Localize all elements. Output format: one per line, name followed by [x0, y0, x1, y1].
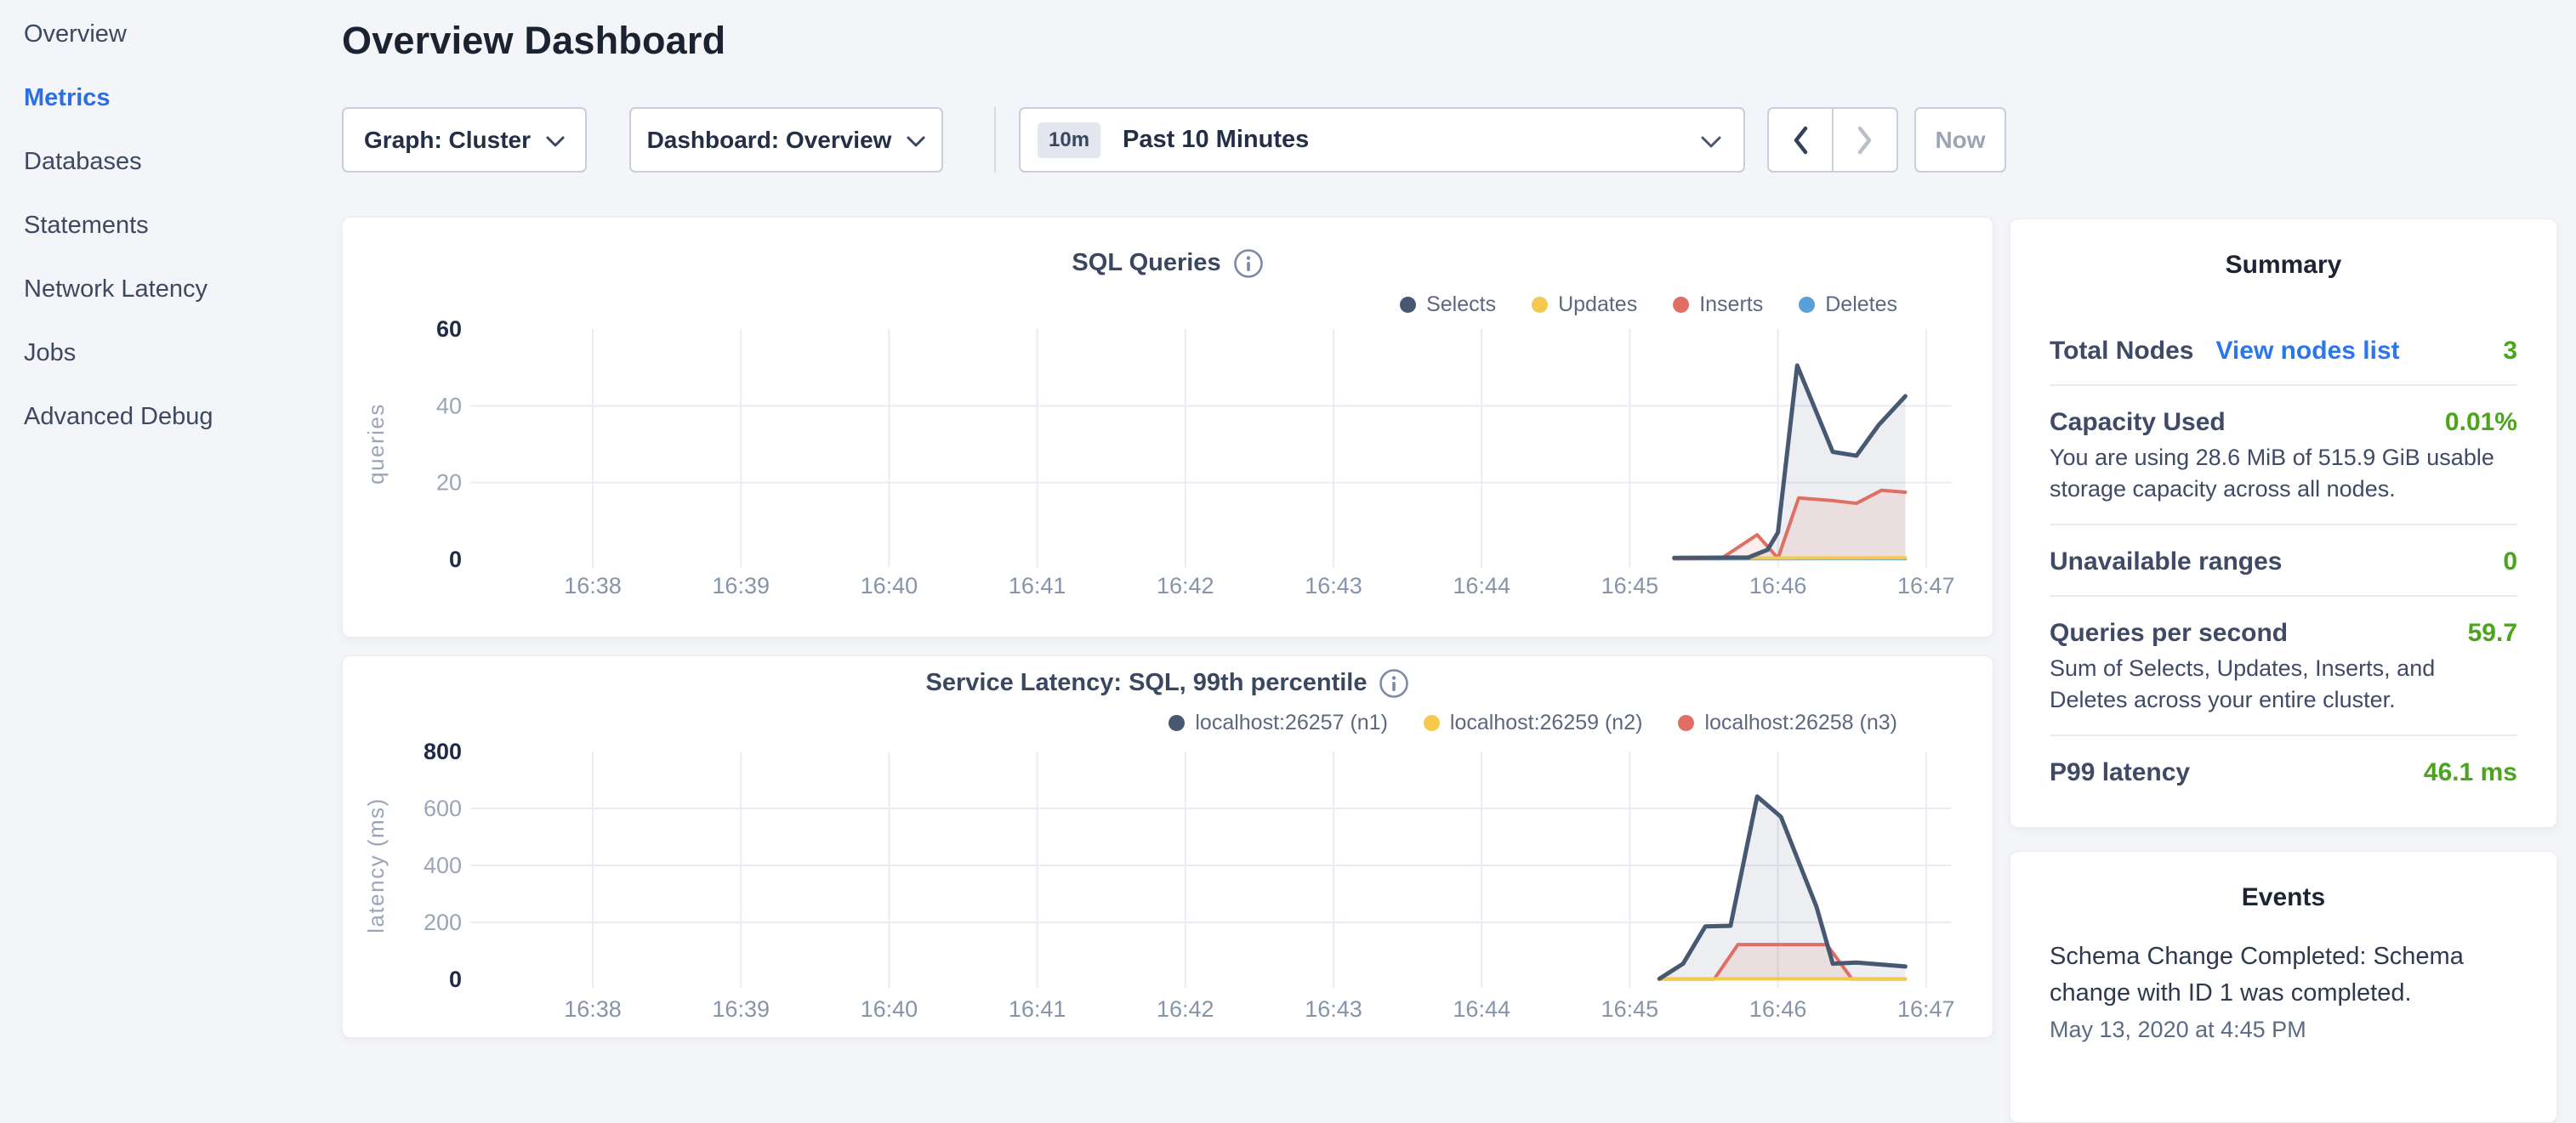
time-step-button-group — [1767, 107, 1898, 173]
svg-text:16:39: 16:39 — [712, 573, 770, 598]
summary-value: 59.7 — [2468, 619, 2517, 648]
svg-text:0: 0 — [449, 547, 462, 572]
service-latency-chart-card: Service Latency: SQL, 99th percentile lo… — [342, 655, 1993, 1038]
svg-text:600: 600 — [424, 796, 462, 821]
chevron-down-icon — [546, 136, 565, 147]
summary-value: 3 — [2503, 337, 2517, 366]
page-title: Overview Dashboard — [342, 19, 725, 63]
summary-label: Total Nodes — [2050, 337, 2193, 366]
svg-text:400: 400 — [424, 853, 462, 878]
sidebar-item-advanced-debug[interactable]: Advanced Debug — [24, 402, 313, 466]
graph-scope-label: Graph: Cluster — [364, 127, 531, 154]
sql-queries-plot[interactable]: 16:38 16:39 16:40 16:41 16:42 16:43 16:44 16:45… — [343, 218, 1994, 638]
summary-panel: Summary Total Nodes View nodes list 3 Ca… — [2010, 218, 2557, 828]
dashboard-dropdown-label: Dashboard: Overview — [647, 127, 892, 154]
dashboard-dropdown[interactable]: Dashboard: Overview — [629, 107, 943, 173]
summary-description: You are using 28.6 MiB of 515.9 GiB usab… — [2050, 442, 2517, 505]
summary-row-p99-latency: P99 latency 46.1 ms — [2050, 736, 2517, 806]
graph-scope-dropdown[interactable]: Graph: Cluster — [342, 107, 587, 173]
svg-text:16:40: 16:40 — [861, 996, 918, 1022]
chevron-left-icon — [1790, 125, 1811, 156]
event-item-text: Schema Change Completed: Schema change w… — [2050, 939, 2466, 1012]
time-step-forward-button[interactable] — [1832, 109, 1896, 171]
sql-queries-chart-card: SQL Queries SelectsUpdatesInsertsDeletes… — [342, 217, 1993, 638]
svg-text:16:44: 16:44 — [1453, 573, 1510, 598]
svg-text:queries: queries — [363, 403, 389, 485]
view-nodes-list-link[interactable]: View nodes list — [2215, 337, 2399, 366]
events-title: Events — [2050, 882, 2517, 913]
summary-value: 46.1 ms — [2424, 758, 2517, 787]
sidebar-item-jobs[interactable]: Jobs — [24, 338, 313, 402]
svg-text:16:47: 16:47 — [1897, 573, 1955, 598]
sidebar-nav: Overview Metrics Databases Statements Ne… — [24, 20, 313, 466]
sidebar-item-metrics[interactable]: Metrics — [24, 83, 313, 147]
svg-text:16:45: 16:45 — [1601, 573, 1659, 598]
now-button[interactable]: Now — [1914, 107, 2006, 173]
events-panel: Events Schema Change Completed: Schema c… — [2010, 851, 2557, 1123]
svg-text:16:47: 16:47 — [1897, 996, 1955, 1022]
summary-value: 0.01% — [2445, 408, 2517, 437]
summary-label: Capacity Used — [2050, 408, 2226, 437]
svg-text:40: 40 — [436, 393, 462, 418]
summary-row-total-nodes: Total Nodes View nodes list 3 — [2050, 281, 2517, 386]
summary-row-capacity-used: Capacity Used 0.01% You are using 28.6 M… — [2050, 386, 2517, 525]
svg-text:0: 0 — [449, 967, 462, 992]
now-button-label: Now — [1935, 127, 1985, 154]
svg-text:200: 200 — [424, 910, 462, 935]
sidebar-item-databases[interactable]: Databases — [24, 147, 313, 211]
time-range-label: Past 10 Minutes — [1123, 126, 1309, 154]
chevron-right-icon — [1855, 125, 1875, 156]
svg-text:16:40: 16:40 — [861, 573, 918, 598]
svg-text:800: 800 — [424, 739, 462, 764]
summary-label: Queries per second — [2050, 619, 2288, 648]
svg-text:16:42: 16:42 — [1157, 996, 1214, 1022]
svg-text:16:42: 16:42 — [1157, 573, 1214, 598]
summary-title: Summary — [2050, 250, 2517, 281]
svg-text:16:43: 16:43 — [1305, 996, 1362, 1022]
chevron-down-icon — [1701, 136, 1721, 148]
sidebar-item-network-latency[interactable]: Network Latency — [24, 275, 313, 338]
svg-text:16:46: 16:46 — [1749, 573, 1807, 598]
svg-text:16:39: 16:39 — [712, 996, 770, 1022]
svg-text:16:44: 16:44 — [1453, 996, 1510, 1022]
service-latency-plot[interactable]: 16:38 16:39 16:40 16:41 16:42 16:43 16:44 16:45… — [343, 656, 1994, 1039]
svg-text:16:45: 16:45 — [1601, 996, 1659, 1022]
summary-row-queries-per-second: Queries per second 59.7 Sum of Selects, … — [2050, 597, 2517, 736]
summary-value: 0 — [2503, 547, 2517, 576]
time-range-badge: 10m — [1038, 122, 1100, 158]
svg-text:16:41: 16:41 — [1009, 573, 1066, 598]
svg-text:20: 20 — [436, 470, 462, 496]
summary-label: Unavailable ranges — [2050, 547, 2282, 576]
toolbar: Graph: Cluster Dashboard: Overview 10m P… — [342, 107, 2043, 173]
summary-label: P99 latency — [2050, 758, 2190, 787]
summary-description: Sum of Selects, Updates, Inserts, and De… — [2050, 653, 2517, 716]
sidebar-item-statements[interactable]: Statements — [24, 211, 313, 275]
summary-row-unavailable-ranges: Unavailable ranges 0 — [2050, 525, 2517, 597]
svg-text:16:38: 16:38 — [564, 996, 622, 1022]
svg-text:60: 60 — [436, 316, 462, 342]
event-item-timestamp: May 13, 2020 at 4:45 PM — [2050, 1015, 2517, 1044]
toolbar-divider — [994, 107, 996, 173]
svg-text:16:46: 16:46 — [1749, 996, 1807, 1022]
svg-text:16:38: 16:38 — [564, 573, 622, 598]
chevron-down-icon — [907, 136, 925, 147]
overview-dashboard-page: { "palette": { "accent_blue": "#2b6fe8",… — [0, 0, 2576, 1051]
svg-text:16:41: 16:41 — [1009, 996, 1066, 1022]
time-step-back-button[interactable] — [1769, 109, 1832, 171]
time-range-selector[interactable]: 10m Past 10 Minutes — [1019, 107, 1745, 173]
svg-text:16:43: 16:43 — [1305, 573, 1362, 598]
svg-text:latency (ms): latency (ms) — [363, 797, 389, 933]
sidebar-item-overview[interactable]: Overview — [24, 20, 313, 83]
